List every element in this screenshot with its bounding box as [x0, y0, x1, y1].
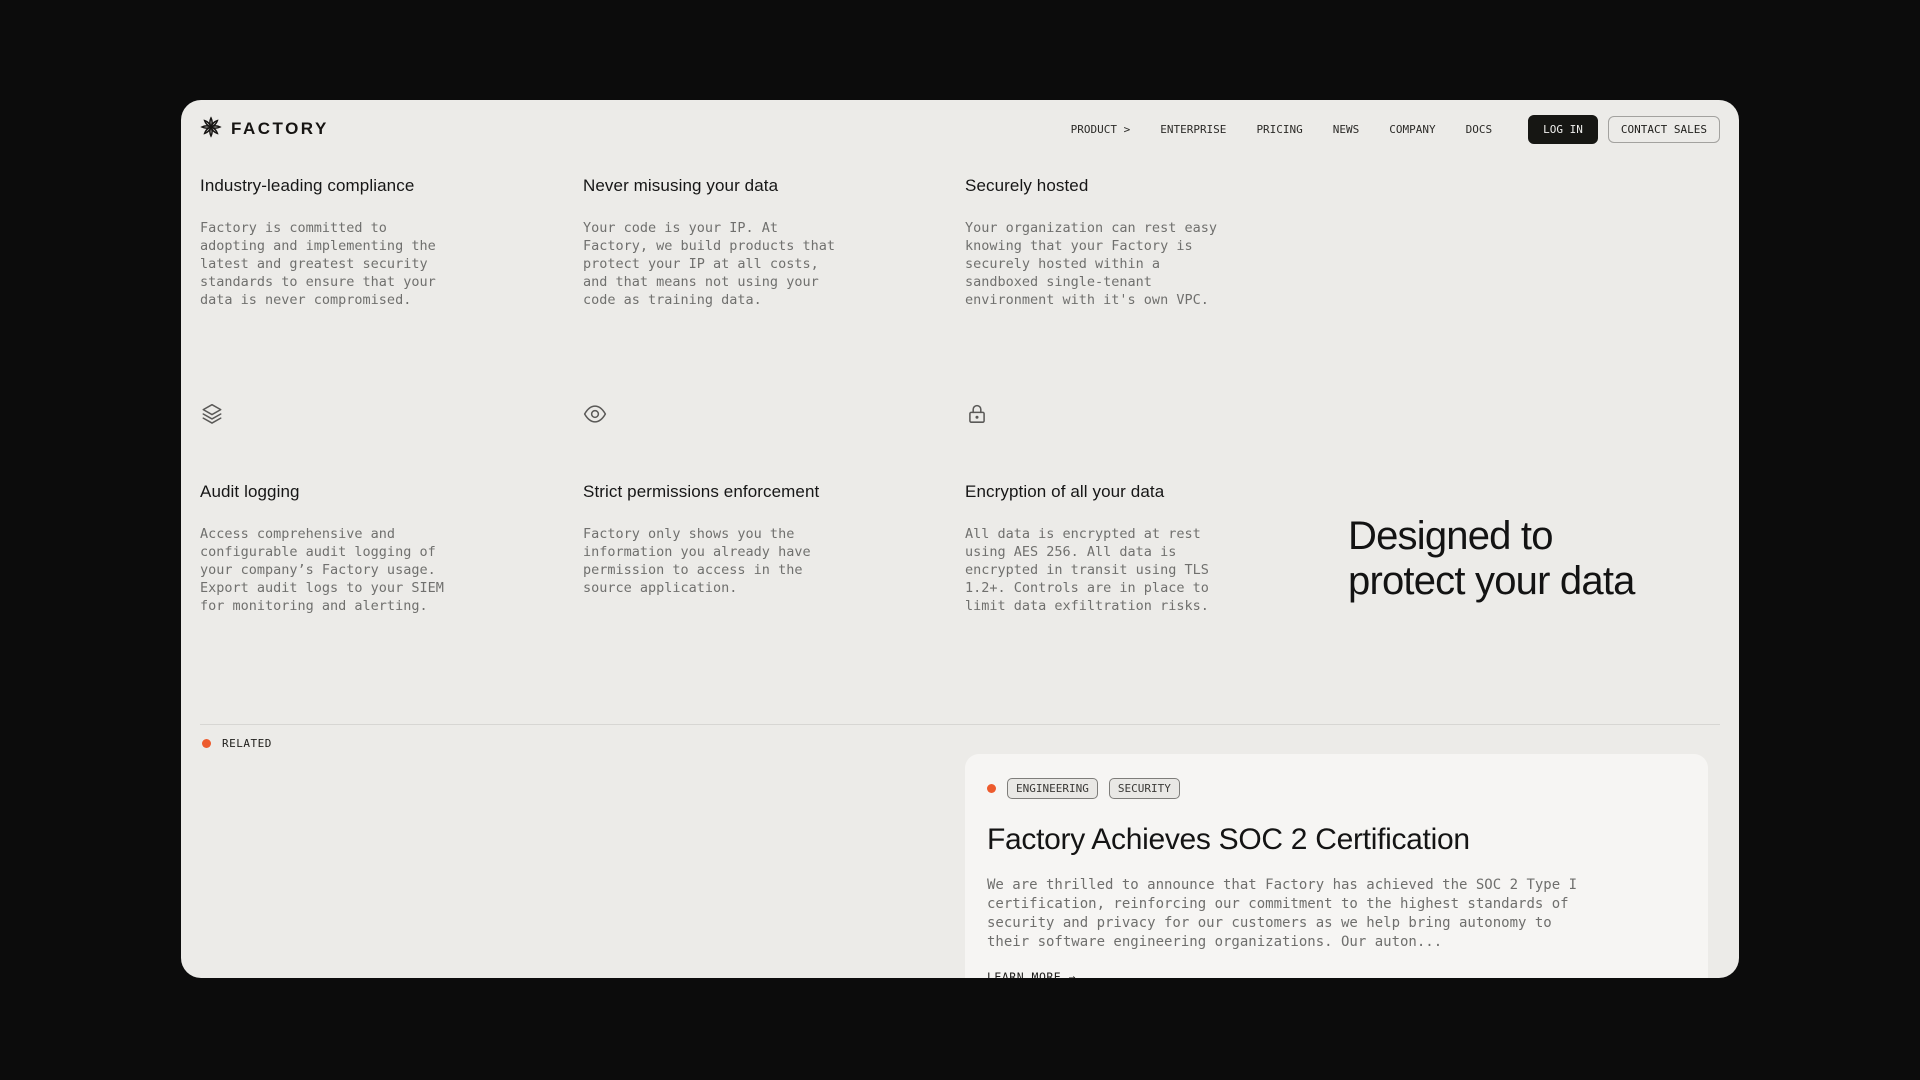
related-article-card[interactable]: ENGINEERING SECURITY Factory Achieves SO… — [965, 754, 1708, 978]
nav-item-news[interactable]: NEWS — [1333, 123, 1360, 136]
feature-audit-logging: Audit logging Access comprehensive and c… — [200, 482, 466, 615]
nav-item-product[interactable]: PRODUCT > — [1071, 123, 1131, 136]
contact-sales-button[interactable]: CONTACT SALES — [1608, 116, 1720, 143]
feature-body: Your organization can rest easy knowing … — [965, 219, 1225, 309]
nav-item-enterprise[interactable]: ENTERPRISE — [1160, 123, 1226, 136]
pinwheel-icon — [200, 116, 222, 143]
feature-industry-leading-compliance: Industry-leading compliance Factory is c… — [200, 176, 466, 309]
page-card: FACTORY PRODUCT > ENTERPRISE PRICING NEW… — [181, 100, 1739, 978]
header: FACTORY PRODUCT > ENTERPRISE PRICING NEW… — [181, 100, 1739, 158]
feature-never-misusing-your-data: Never misusing your data Your code is yo… — [583, 176, 849, 309]
brand-logo[interactable]: FACTORY — [200, 116, 329, 143]
eye-icon — [583, 402, 607, 426]
article-excerpt: We are thrilled to announce that Factory… — [987, 876, 1590, 952]
log-in-button[interactable]: LOG IN — [1528, 115, 1598, 144]
section-heading: Designed to protect your data — [1348, 514, 1635, 604]
orange-dot-icon — [987, 784, 996, 793]
lock-icon — [965, 402, 989, 426]
feature-body: All data is encrypted at rest using AES … — [965, 525, 1225, 615]
article-title: Factory Achieves SOC 2 Certification — [987, 821, 1686, 859]
feature-body: Factory is committed to adopting and imp… — [200, 219, 460, 309]
feature-encryption-of-all-your-data: Encryption of all your data All data is … — [965, 482, 1231, 615]
feature-title: Strict permissions enforcement — [583, 482, 849, 502]
nav: PRODUCT > ENTERPRISE PRICING NEWS COMPAN… — [1071, 115, 1720, 144]
feature-strict-permissions-enforcement: Strict permissions enforcement Factory o… — [583, 482, 849, 597]
feature-title: Encryption of all your data — [965, 482, 1231, 502]
brand-name: FACTORY — [231, 119, 329, 139]
tag-security[interactable]: SECURITY — [1109, 778, 1180, 799]
nav-item-company[interactable]: COMPANY — [1389, 123, 1435, 136]
related-label-text: RELATED — [222, 737, 272, 750]
feature-title: Never misusing your data — [583, 176, 849, 196]
related-label: RELATED — [202, 737, 272, 750]
feature-securely-hosted: Securely hosted Your organization can re… — [965, 176, 1231, 309]
feature-body: Factory only shows you the information y… — [583, 525, 843, 597]
orange-dot-icon — [202, 739, 211, 748]
feature-body: Access comprehensive and configurable au… — [200, 525, 460, 615]
feature-body: Your code is your IP. At Factory, we bui… — [583, 219, 843, 309]
learn-more-link[interactable]: LEARN MORE → — [987, 970, 1076, 978]
layers-icon — [200, 402, 224, 426]
section-divider — [200, 724, 1720, 725]
feature-title: Audit logging — [200, 482, 466, 502]
tag-engineering[interactable]: ENGINEERING — [1007, 778, 1098, 799]
tags-row: ENGINEERING SECURITY — [987, 778, 1686, 799]
nav-items: PRODUCT > ENTERPRISE PRICING NEWS COMPAN… — [1071, 123, 1493, 136]
nav-item-pricing[interactable]: PRICING — [1256, 123, 1302, 136]
feature-title: Securely hosted — [965, 176, 1231, 196]
feature-title: Industry-leading compliance — [200, 176, 466, 196]
nav-item-docs[interactable]: DOCS — [1466, 123, 1493, 136]
section-heading-line-2: protect your data — [1348, 559, 1635, 604]
section-heading-line-1: Designed to — [1348, 514, 1635, 559]
